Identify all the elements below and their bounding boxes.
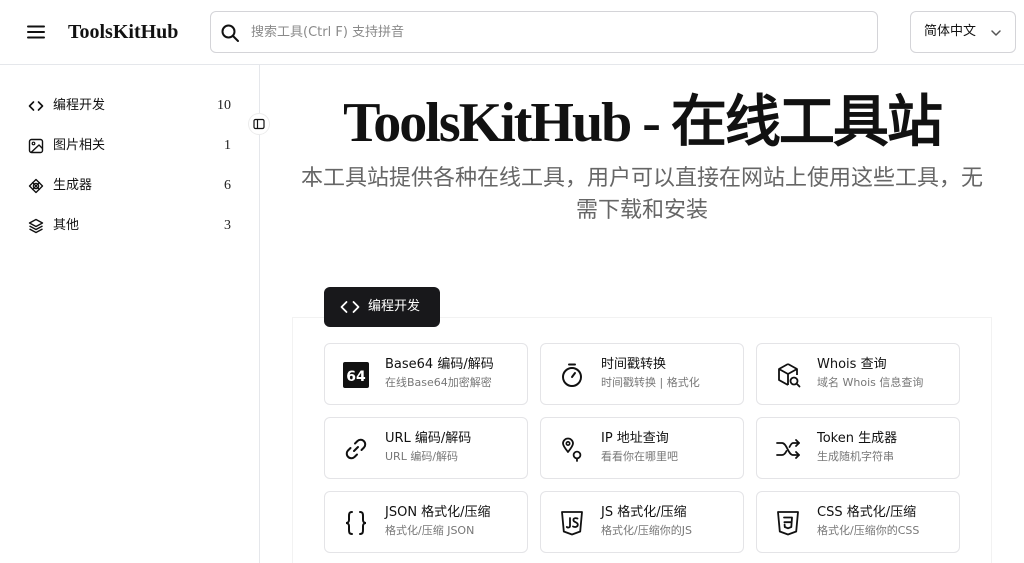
category-label: 编程开发 xyxy=(368,299,421,314)
sidebar-item-count: 10 xyxy=(217,98,231,113)
tool-card-ip-lookup[interactable]: IP 地址查询 看看你在哪里吧 xyxy=(540,417,744,479)
js-icon xyxy=(561,511,583,536)
shuffle-icon xyxy=(776,439,800,459)
sidebar-item-other[interactable]: 其他 3 xyxy=(20,210,240,242)
generator-icon xyxy=(28,178,44,194)
menu-button[interactable] xyxy=(24,20,48,44)
sidebar-item-label: 其他 xyxy=(53,218,80,233)
tool-title: JS 格式化/压缩 xyxy=(601,505,687,520)
search-icon xyxy=(221,24,239,42)
tool-title: Whois 查询 xyxy=(817,357,887,372)
svg-text:64: 64 xyxy=(346,369,366,385)
sidebar-item-label: 图片相关 xyxy=(53,138,106,153)
tool-title: JSON 格式化/压缩 xyxy=(385,505,491,520)
sidebar-item-count: 1 xyxy=(224,138,231,153)
sidebar: 编程开发 10 图片相关 1 生成器 6 其他 3 xyxy=(0,65,260,563)
sidebar-item-images[interactable]: 图片相关 1 xyxy=(20,130,240,162)
page-title: ToolsKitHub - 在线工具站 xyxy=(343,92,943,154)
code-icon xyxy=(28,101,44,111)
chevron-down-icon xyxy=(991,30,1001,36)
tool-card-whois[interactable]: Whois 查询 域名 Whois 信息查询 xyxy=(756,343,960,405)
timer-icon xyxy=(562,363,582,387)
tool-description: 格式化/压缩 JSON xyxy=(385,524,475,537)
tool-description: 格式化/压缩你的CSS xyxy=(817,524,920,537)
tool-description: 时间戳转换 | 格式化 xyxy=(601,376,700,389)
tool-card-token[interactable]: Token 生成器 生成随机字符串 xyxy=(756,417,960,479)
tool-title: URL 编码/解码 xyxy=(385,431,472,446)
map-pin-icon xyxy=(562,437,582,462)
link-icon xyxy=(345,438,367,460)
tool-description: 看看你在哪里吧 xyxy=(601,450,678,463)
tool-title: 时间戳转换 xyxy=(601,357,667,372)
image-icon xyxy=(28,138,44,154)
tool-title: Token 生成器 xyxy=(817,431,898,446)
sidebar-collapse-button[interactable] xyxy=(248,113,270,135)
page-subtitle: 本工具站提供各种在线工具，用户可以直接在网站上使用这些工具，无需下载和安装 xyxy=(300,166,983,223)
language-label: 简体中文 xyxy=(924,24,977,39)
tool-description: 格式化/压缩你的JS xyxy=(601,524,692,537)
sidebar-item-label: 生成器 xyxy=(53,178,93,193)
category-button-programming[interactable]: 编程开发 xyxy=(324,287,440,327)
panel-left-icon xyxy=(253,118,265,130)
tool-description: 域名 Whois 信息查询 xyxy=(817,376,924,389)
menu-icon xyxy=(27,25,45,39)
tool-description: 在线Base64加密解密 xyxy=(385,376,492,389)
tool-card-url[interactable]: URL 编码/解码 URL 编码/解码 xyxy=(324,417,528,479)
tool-title: IP 地址查询 xyxy=(601,431,669,446)
tool-title: Base64 编码/解码 xyxy=(385,357,494,372)
code-icon xyxy=(340,301,360,313)
layers-icon xyxy=(28,218,44,234)
tool-title: CSS 格式化/压缩 xyxy=(817,505,917,520)
top-header: ToolsKitHub 简体中文 xyxy=(0,0,1024,65)
css-icon xyxy=(777,511,799,536)
tool-card-timestamp[interactable]: 时间戳转换 时间戳转换 | 格式化 xyxy=(540,343,744,405)
sidebar-item-programming[interactable]: 编程开发 10 xyxy=(20,90,240,122)
search-input[interactable] xyxy=(251,12,871,52)
sidebar-item-generators[interactable]: 生成器 6 xyxy=(20,170,240,202)
sidebar-item-count: 3 xyxy=(224,218,231,233)
sidebar-item-count: 6 xyxy=(224,178,231,193)
language-select[interactable]: 简体中文 xyxy=(910,11,1016,53)
main-content: ToolsKitHub - 在线工具站 本工具站提供各种在线工具，用户可以直接在… xyxy=(260,65,1024,563)
braces-icon xyxy=(345,511,367,535)
tool-description: 生成随机字符串 xyxy=(817,450,894,463)
sidebar-item-label: 编程开发 xyxy=(53,98,106,113)
base64-icon: 64 xyxy=(343,362,369,388)
tool-card-base64[interactable]: 64 Base64 编码/解码 在线Base64加密解密 xyxy=(324,343,528,405)
package-search-icon xyxy=(778,363,801,388)
brand-logo[interactable]: ToolsKitHub xyxy=(68,18,178,46)
tool-card-json[interactable]: JSON 格式化/压缩 格式化/压缩 JSON xyxy=(324,491,528,553)
search-box[interactable] xyxy=(210,11,878,53)
tool-description: URL 编码/解码 xyxy=(385,450,459,463)
tool-card-js[interactable]: JS 格式化/压缩 格式化/压缩你的JS xyxy=(540,491,744,553)
tool-card-css[interactable]: CSS 格式化/压缩 格式化/压缩你的CSS xyxy=(756,491,960,553)
